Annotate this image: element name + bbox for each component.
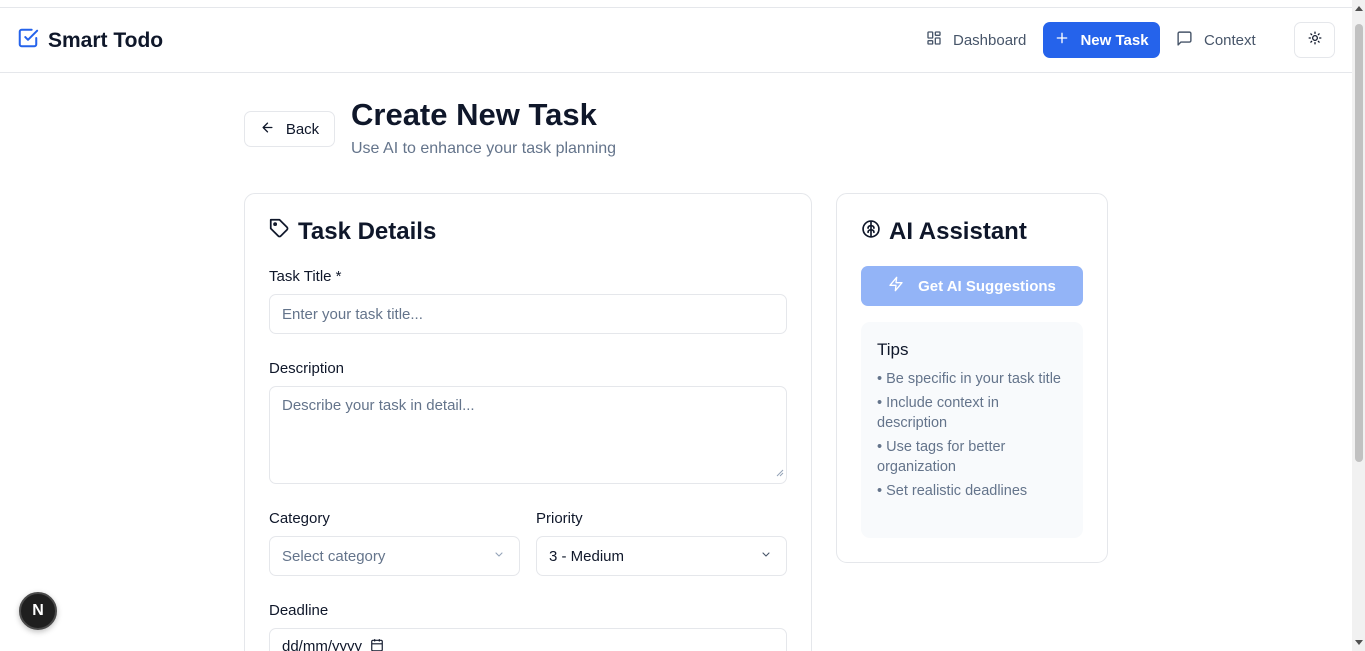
task-details-heading: Task Details bbox=[269, 218, 436, 246]
ai-assistant-title: AI Assistant bbox=[889, 218, 1027, 245]
priority-value: 3 - Medium bbox=[549, 547, 625, 565]
task-title-label: Task Title * bbox=[269, 268, 342, 285]
task-details-title: Task Details bbox=[298, 218, 437, 245]
brand[interactable]: Smart Todo bbox=[17, 27, 163, 54]
back-button[interactable]: Back bbox=[244, 111, 335, 147]
priority-label: Priority bbox=[536, 510, 583, 527]
tips-panel: Tips • Be specific in your task title • … bbox=[861, 322, 1083, 538]
deadline-label: Deadline bbox=[269, 602, 329, 619]
scroll-down-arrow-icon[interactable] bbox=[1355, 640, 1363, 645]
scroll-up-arrow-icon[interactable] bbox=[1355, 6, 1363, 11]
task-details-card: Task Details Task Title * Enter your tas… bbox=[244, 193, 812, 651]
nextjs-dev-badge[interactable]: N bbox=[19, 592, 57, 630]
brain-icon bbox=[861, 218, 881, 246]
sun-icon bbox=[1308, 31, 1322, 50]
plus-icon bbox=[1054, 30, 1070, 50]
category-select[interactable]: Select category bbox=[269, 536, 520, 576]
deadline-input[interactable]: dd/mm/yyyy bbox=[269, 628, 787, 651]
vertical-scrollbar[interactable] bbox=[1352, 0, 1365, 651]
task-title-placeholder: Enter your task title... bbox=[282, 305, 423, 323]
arrow-left-icon bbox=[260, 120, 275, 139]
message-square-icon bbox=[1176, 30, 1193, 51]
chevron-down-icon bbox=[760, 548, 772, 565]
zap-icon bbox=[888, 276, 904, 296]
brand-name: Smart Todo bbox=[48, 28, 164, 52]
ai-assistant-card: AI Assistant Get AI Suggestions Tips • B… bbox=[836, 193, 1108, 563]
new-task-label: New Task bbox=[1080, 31, 1149, 49]
tip-item: • Use tags for better organization bbox=[877, 439, 1006, 475]
get-ai-suggestions-label: Get AI Suggestions bbox=[918, 277, 1056, 295]
chevron-down-icon bbox=[493, 548, 505, 565]
scrollbar-thumb[interactable] bbox=[1355, 24, 1363, 462]
description-textarea[interactable]: Describe your task in detail... bbox=[269, 386, 787, 484]
nav-dashboard-label: Dashboard bbox=[953, 31, 1027, 49]
tip-item: • Be specific in your task title bbox=[877, 371, 1061, 387]
get-ai-suggestions-button[interactable]: Get AI Suggestions bbox=[861, 266, 1083, 306]
calendar-icon[interactable] bbox=[370, 638, 384, 651]
category-label: Category bbox=[269, 510, 330, 527]
nav-dashboard[interactable]: Dashboard bbox=[926, 22, 1026, 58]
category-value: Select category bbox=[282, 547, 386, 565]
back-label: Back bbox=[285, 120, 320, 138]
tip-item: • Set realistic deadlines bbox=[877, 483, 1028, 499]
nav-context-label: Context bbox=[1204, 31, 1256, 49]
description-placeholder: Describe your task in detail... bbox=[282, 397, 475, 414]
layout-grid-icon bbox=[926, 30, 942, 50]
tip-item: • Include context in description bbox=[877, 395, 999, 431]
description-label: Description bbox=[269, 360, 345, 377]
new-task-button[interactable]: New Task bbox=[1043, 22, 1160, 58]
ai-assistant-heading: AI Assistant bbox=[861, 218, 1027, 246]
nav-context[interactable]: Context bbox=[1176, 22, 1256, 58]
page-title: Create New Task bbox=[351, 97, 597, 132]
theme-toggle-button[interactable] bbox=[1294, 22, 1335, 58]
task-title-input[interactable]: Enter your task title... bbox=[269, 294, 787, 334]
resize-handle-icon[interactable] bbox=[776, 464, 784, 481]
square-check-icon bbox=[17, 27, 39, 54]
app-header: Smart Todo Dashboard New Task Context bbox=[0, 8, 1352, 73]
deadline-placeholder: dd/mm/yyyy bbox=[282, 638, 363, 651]
top-border bbox=[0, 0, 1352, 8]
tag-icon bbox=[269, 218, 290, 246]
tips-title: Tips bbox=[877, 340, 909, 359]
page-subtitle: Use AI to enhance your task planning bbox=[351, 140, 617, 157]
priority-select[interactable]: 3 - Medium bbox=[536, 536, 787, 576]
